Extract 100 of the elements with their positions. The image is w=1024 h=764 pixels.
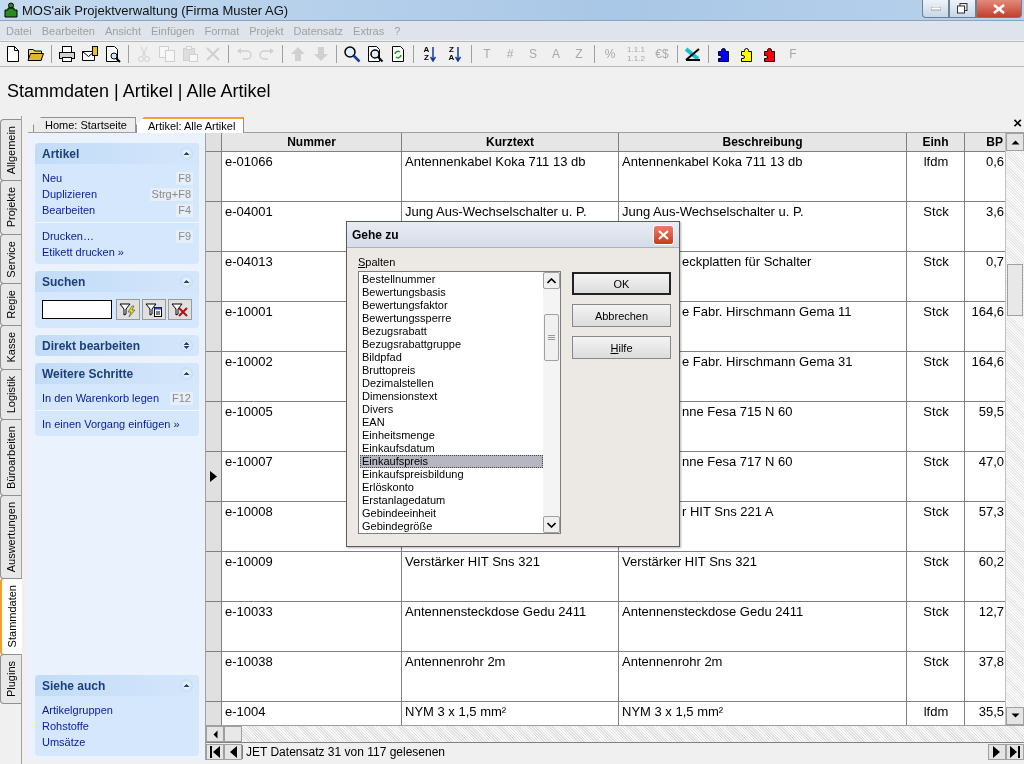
collapse-icon[interactable] <box>180 367 193 380</box>
shortcut-label: Strg+F8 <box>149 187 193 201</box>
shortcut-label: F4 <box>176 203 193 217</box>
table-cell: Verstärker HIT Sns 321 <box>402 552 619 601</box>
new-page-icon[interactable] <box>4 45 22 63</box>
scroll-up-icon[interactable] <box>547 277 556 284</box>
search-icon[interactable] <box>343 45 361 63</box>
page-magnifier-icon[interactable] <box>104 45 122 63</box>
table-cell: Antennenkabel Koka 711 13 db <box>619 152 907 201</box>
table-cell: Stck <box>907 302 965 351</box>
document-tab[interactable]: Home: Startseite <box>33 117 136 132</box>
table-cell: Verstärker HIT Sns 321 <box>619 552 907 601</box>
task-link[interactable]: Duplizieren <box>42 188 98 200</box>
collapse-icon[interactable] <box>180 147 193 160</box>
task-link[interactable]: Umsätze <box>42 736 86 748</box>
tools-icon[interactable] <box>684 45 702 63</box>
scroll-down-icon[interactable] <box>1010 713 1020 719</box>
collapse-icon[interactable] <box>180 275 193 288</box>
next-record-icon <box>993 745 1001 758</box>
page-search-icon[interactable] <box>366 45 384 63</box>
current-row-icon <box>210 471 217 482</box>
column-header[interactable]: Kurztext <box>402 133 619 151</box>
scroll-up-icon[interactable] <box>1010 139 1020 145</box>
filter-list-icon <box>145 301 163 318</box>
column-header[interactable]: Einh <box>907 133 965 151</box>
document-tab[interactable]: Artikel: Alle Artikel <box>135 117 245 133</box>
expand-icon[interactable] <box>180 339 193 352</box>
chevron-up-icon <box>182 369 191 378</box>
group-title: Suchen <box>42 274 87 289</box>
side-tab[interactable]: Regie <box>0 283 21 327</box>
table-cell: Antennenrohr 2m <box>402 652 619 701</box>
window-title: MOS'aik Projektverwaltung (Firma Muster AG) <box>22 2 290 18</box>
vertical-scrollbar[interactable] <box>1005 133 1024 725</box>
column-header[interactable]: Nummer <box>222 133 402 151</box>
close-button[interactable] <box>976 0 1022 18</box>
scroll-down-icon[interactable] <box>547 521 556 528</box>
scroll-thumb[interactable] <box>1007 264 1023 316</box>
task-link[interactable]: Etikett drucken » <box>42 246 124 258</box>
list-item[interactable]: Einkaufspreis <box>360 455 543 468</box>
group-title: Artikel <box>42 146 81 161</box>
task-link[interactable]: Bearbeiten <box>42 204 96 216</box>
table-cell: e-01066 <box>222 152 402 201</box>
filter-button[interactable] <box>116 299 140 320</box>
shortcut-label: F8 <box>176 171 193 185</box>
close-icon <box>658 229 669 240</box>
side-tab[interactable]: Service <box>0 233 21 285</box>
restore-icon <box>957 3 968 14</box>
previous-record-button[interactable] <box>224 743 242 760</box>
filter-button[interactable] <box>142 299 166 320</box>
scroll-thumb[interactable] <box>544 314 559 361</box>
restore-button[interactable] <box>949 0 976 18</box>
table-cell: e-10009 <box>222 552 402 601</box>
close-tab-button[interactable]: × <box>1013 115 1022 130</box>
chevron-up-icon <box>182 681 191 690</box>
arrow-down-icon <box>430 46 437 62</box>
task-link[interactable]: In den Warenkorb legen <box>42 392 159 404</box>
dialog-button[interactable]: OK <box>572 272 671 295</box>
table-cell: e-10038 <box>222 652 402 701</box>
previous-record-icon <box>229 745 237 758</box>
collapse-icon[interactable] <box>180 679 193 692</box>
scroll-thumb[interactable] <box>224 726 242 742</box>
dialog-button[interactable]: Hilfe <box>572 336 671 359</box>
first-record-button[interactable] <box>206 743 224 760</box>
horizontal-scrollbar[interactable] <box>206 725 1024 742</box>
table-cell: Stck <box>907 352 965 401</box>
filter-clear-icon <box>171 301 189 318</box>
next-record-button[interactable] <box>988 743 1006 760</box>
task-link[interactable]: Rohstoffe <box>42 720 89 732</box>
last-record-button[interactable] <box>1006 743 1024 760</box>
list-scrollbar[interactable] <box>543 272 560 533</box>
side-tab[interactable]: Auswertungen <box>0 495 21 580</box>
scroll-left-icon[interactable] <box>212 729 218 739</box>
task-link[interactable]: Artikelgruppen <box>42 704 113 716</box>
filter-bolt-icon <box>119 301 137 318</box>
filter-button[interactable] <box>168 299 192 320</box>
side-tab[interactable]: Stammdaten <box>0 578 22 655</box>
list-label: Spalten <box>358 256 397 268</box>
side-tab[interactable]: Plugins <box>0 653 21 704</box>
side-tab[interactable]: Allgemein <box>0 119 21 182</box>
task-link[interactable]: Neu <box>42 172 63 184</box>
side-tab[interactable]: Projekte <box>0 180 21 235</box>
refresh-icon[interactable] <box>389 45 407 63</box>
minimize-button[interactable] <box>922 0 949 18</box>
printer-icon[interactable] <box>58 45 76 63</box>
app-icon <box>4 2 18 18</box>
side-tab[interactable]: Logistik <box>0 368 21 420</box>
side-tab[interactable]: Kasse <box>0 325 21 370</box>
sort-button[interactable]: AZ <box>419 44 441 64</box>
side-tab[interactable]: Büroarbeiten <box>0 419 21 496</box>
sort-button[interactable]: ZA <box>444 44 466 64</box>
search-field[interactable] <box>42 300 112 319</box>
dialog-button[interactable]: Abbrechen <box>572 304 671 327</box>
task-link[interactable]: In einen Vorgang einfügen » <box>42 418 180 430</box>
group-title: Siehe auch <box>42 678 107 693</box>
column-header[interactable]: Beschreibung <box>619 133 907 151</box>
table-cell: Stck <box>907 502 965 551</box>
table-cell: Antennensteckdose Gedu 2411 <box>402 602 619 651</box>
row-header[interactable] <box>206 452 222 501</box>
envelope-icon[interactable] <box>81 45 99 63</box>
task-link[interactable]: Drucken… <box>42 230 94 242</box>
